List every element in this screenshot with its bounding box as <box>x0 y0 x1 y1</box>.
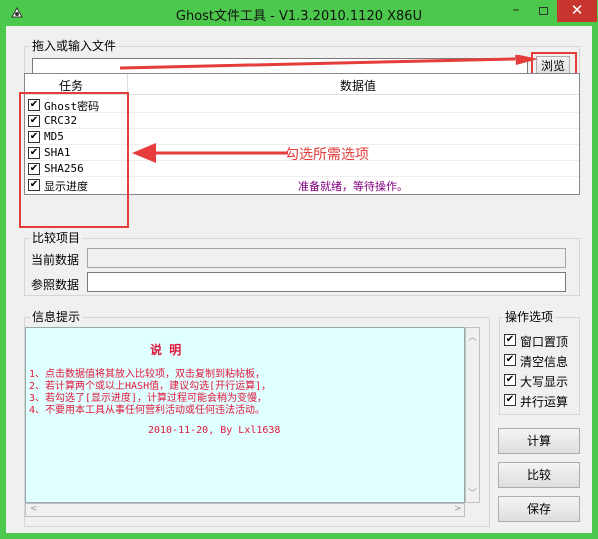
minimize-icon: – <box>512 2 520 18</box>
file-group-label: 拖入或输入文件 <box>30 39 119 53</box>
maximize-icon <box>538 7 548 15</box>
options-group-label: 操作选项 <box>503 310 556 324</box>
info-vertical-scrollbar[interactable]: ︿ ﹀ <box>465 327 480 503</box>
scroll-down-icon[interactable]: ﹀ <box>466 486 479 499</box>
maximize-button[interactable] <box>530 0 556 22</box>
title-bar[interactable]: Ghost文件工具 - V1.3.2010.1120 X86U – ✕ <box>0 0 598 26</box>
current-data-label: 当前数据 <box>31 253 80 267</box>
calculate-button[interactable]: 计算 <box>498 428 580 454</box>
annotation-arrow-browse <box>120 55 538 70</box>
option-label: 并行运算 <box>520 395 569 409</box>
close-icon: ✕ <box>570 1 584 19</box>
close-button[interactable]: ✕ <box>557 0 597 22</box>
compare-group-label: 比较项目 <box>30 231 83 245</box>
status-text: 准备就绪，等待操作。 <box>298 180 408 193</box>
minimize-button[interactable]: – <box>503 0 529 22</box>
info-footer: 2010-11-20, By Lxl1638 <box>148 425 281 436</box>
scroll-up-icon[interactable]: ︿ <box>466 330 479 343</box>
compare-button[interactable]: 比较 <box>498 462 580 488</box>
reference-data-field[interactable] <box>87 272 566 292</box>
info-group-label: 信息提示 <box>30 310 83 324</box>
app-window: Ghost文件工具 - V1.3.2010.1120 X86U – ✕ 拖入或输… <box>0 0 598 539</box>
window-border-bottom <box>0 533 598 539</box>
checkbox-stay-on-top[interactable]: ✔ <box>504 334 516 346</box>
checkbox-uppercase[interactable]: ✔ <box>504 374 516 386</box>
save-button[interactable]: 保存 <box>498 496 580 522</box>
scroll-right-icon[interactable]: > <box>454 504 462 514</box>
info-heading: 说 明 <box>150 343 182 357</box>
annotation-label: 勾选所需选项 <box>285 147 369 163</box>
option-label: 大写显示 <box>520 375 569 389</box>
checkbox-clear-info[interactable]: ✔ <box>504 354 516 366</box>
column-header-value[interactable]: 数据值 <box>340 77 376 94</box>
checkbox-parallel[interactable]: ✔ <box>504 394 516 406</box>
option-label: 清空信息 <box>520 355 569 369</box>
info-horizontal-scrollbar[interactable]: < > <box>25 503 465 517</box>
info-text-area[interactable]: 说 明 1、点击数据值将其放入比较项，双击复制到粘帖板， 2、若计算两个或以上H… <box>25 327 465 503</box>
reference-data-label: 参照数据 <box>31 278 80 292</box>
option-label: 窗口置顶 <box>520 335 569 349</box>
tasks-highlight-box <box>19 92 129 228</box>
current-data-field[interactable] <box>87 248 566 268</box>
scroll-left-icon[interactable]: < <box>30 504 38 514</box>
annotation-arrow-options <box>132 143 288 163</box>
info-line: 4、不要用本工具从事任何营利活动或任何违法活动。 <box>29 405 266 416</box>
